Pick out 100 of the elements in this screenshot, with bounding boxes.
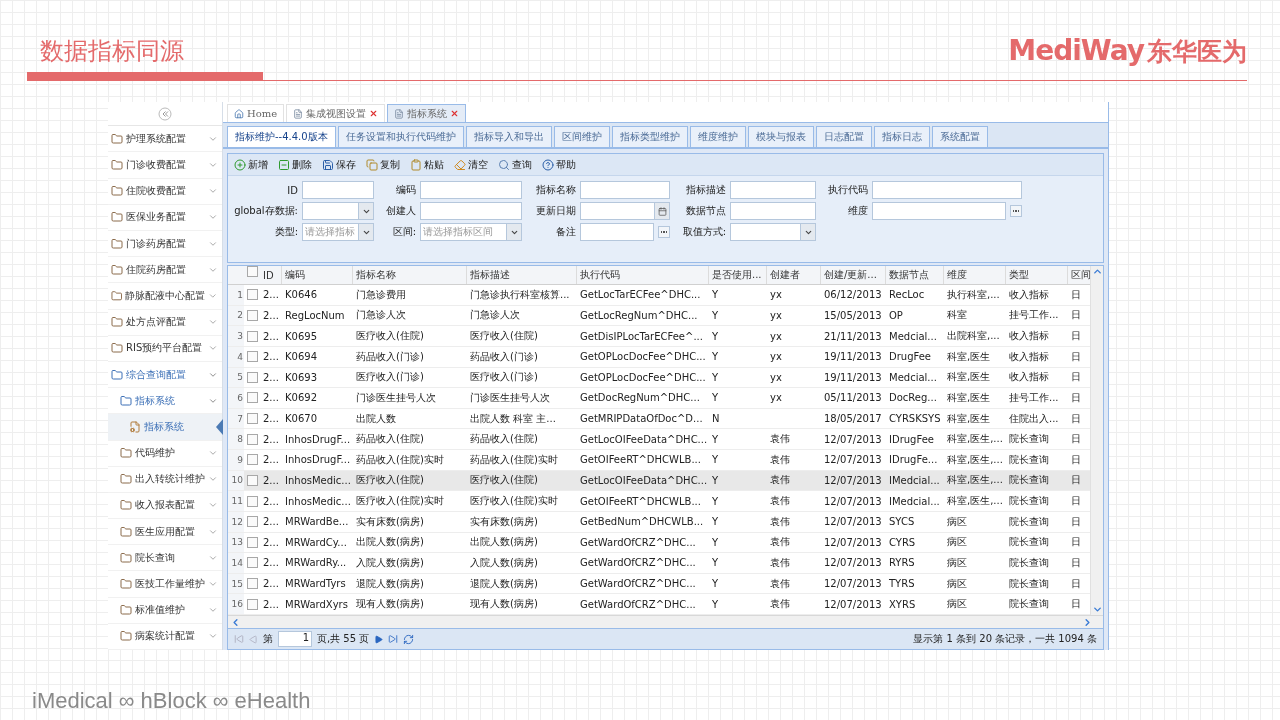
footer-tagline: iMedical ∞ hBlock ∞ eHealth <box>32 688 311 714</box>
row-checkbox[interactable] <box>246 289 258 301</box>
table-row[interactable]: 1 2... K0646 门急诊费用 门急诊执行科室核算... GetLocTarECFee^DHC... Y yx 06/12/2013 RecLoc 执行科室,... 收入指标 日 <box>228 285 1090 306</box>
refresh-icon[interactable] <box>403 633 415 645</box>
toolbar-button[interactable]: 清空 <box>452 157 490 172</box>
module-tab[interactable]: 维度维护 <box>689 126 746 147</box>
row-number: 8 <box>228 429 244 449</box>
row-checkbox[interactable] <box>246 433 258 445</box>
input-field[interactable] <box>420 181 522 199</box>
row-checkbox[interactable] <box>246 330 258 342</box>
column-header[interactable]: 创建/更新... <box>821 266 886 284</box>
sidebar-item[interactable]: 指标系统 <box>108 414 222 441</box>
column-header[interactable]: 执行代码 <box>577 266 709 284</box>
row-checkbox[interactable] <box>246 413 258 425</box>
module-tab[interactable]: 模块与报表 <box>747 126 814 147</box>
table-row[interactable]: 15 2... MRWardTyrs 退院人数(病房) 退院人数(病房) GetWardOfCRZ^DHC... Y 袁伟 12/07/2013 TYRS 病区 院长查询 日 <box>228 573 1090 595</box>
table-row[interactable]: 13 2... MRWardCy... 出院人数(病房) 出院人数(病房) GetWardOfCRZ^DHC... Y 袁伟 12/07/2013 CYRS 病区 院长查询 日 <box>228 532 1090 554</box>
row-checkbox[interactable] <box>246 536 258 548</box>
module-tab[interactable]: 指标导入和导出 <box>465 126 552 147</box>
row-checkbox[interactable] <box>246 516 258 528</box>
row-checkbox[interactable] <box>246 351 258 363</box>
row-checkbox[interactable] <box>246 557 258 569</box>
module-tab[interactable]: 区间维护 <box>553 126 610 147</box>
table-row[interactable]: 11 2... InhosMedic... 医疗收入(住院)实时 医疗收入(住院)实时 GetOIFeeRT^DHCWLB... Y 袁伟 12/07/2013 IMedcial... 科室,医生,... 院长查询 日 <box>228 491 1090 512</box>
input-field[interactable] <box>580 223 654 241</box>
module-tab[interactable]: 任务设置和执行代码维护 <box>337 126 464 147</box>
table-cell-text: Y <box>711 495 720 507</box>
table-row[interactable]: 4 2... K0694 药品收入(门诊) 药品收入(门诊) GetOPLocDocFee^DHC... Y yx 19/11/2013 DrugFee 科室,医生 收入指标 日 <box>228 346 1090 368</box>
row-checkbox[interactable] <box>246 495 258 507</box>
column-header[interactable]: 数据节点 <box>886 266 944 284</box>
table-row[interactable]: 16 2... MRWardXyrs 现有人数(病房) 现有人数(病房) GetWardOfCRZ^DHC... Y 袁伟 12/07/2013 XYRS 病区 院长查询 日 <box>228 594 1090 615</box>
table-row[interactable]: 10 2... InhosMedic... 医疗收入(住院) 医疗收入(住院) GetLocOIFeeData^DHC... Y 袁伟 12/07/2013 IMedcial... 科室,医生,... 院长查询 日 <box>228 470 1090 492</box>
table-cell-text: IDrugFee <box>888 433 935 445</box>
table-row[interactable]: 2 2... RegLocNum 门急诊人次 门急诊人次 GetLocRegNum^DHC... Y yx 15/05/2013 OP 科室 挂号工作... 日 <box>228 305 1090 327</box>
toolbar-button[interactable]: 保存 <box>320 157 358 172</box>
page-tab[interactable]: Home <box>227 104 285 122</box>
toolbar-button[interactable]: 删除 <box>276 157 314 172</box>
input-field[interactable] <box>730 181 816 199</box>
chevron-down-icon[interactable] <box>1091 604 1103 615</box>
chevron-up-icon[interactable] <box>1091 266 1103 277</box>
module-tab[interactable]: 系统配置 <box>931 126 988 147</box>
row-checkbox[interactable] <box>246 578 258 590</box>
next-page-icon[interactable] <box>374 634 384 644</box>
table-row[interactable]: 7 2... K0670 出院人数 出院人数 科室 主... GetMRIPDataOfDoc^D... N 18/05/2017 CYRSKSYS 科室,医生 住院出入... 日 <box>228 408 1090 430</box>
column-header[interactable]: 编码 <box>282 266 353 284</box>
row-checkbox[interactable] <box>246 309 258 321</box>
select-all-checkbox[interactable] <box>246 266 258 277</box>
row-checkbox[interactable] <box>246 371 258 383</box>
column-header[interactable]: ID <box>260 266 282 284</box>
select-field[interactable] <box>730 223 816 241</box>
column-header[interactable]: 创建者 <box>767 266 821 284</box>
row-checkbox[interactable] <box>246 392 258 404</box>
module-tab[interactable]: 日志配置 <box>815 126 872 147</box>
row-checkbox[interactable] <box>246 474 258 486</box>
toolbar-button[interactable]: 查询 <box>496 157 534 172</box>
module-tab[interactable]: 指标维护--4.4.0版本 <box>227 126 336 147</box>
ellipsis-button[interactable] <box>658 226 670 238</box>
folder-icon <box>120 499 132 512</box>
row-checkbox[interactable] <box>246 598 258 610</box>
table-row[interactable]: 12 2... MRWardBe... 实有床数(病房) 实有床数(病房) GetBedNum^DHCWLB... Y 袁伟 12/07/2013 SYCS 病区 院长查询 日 <box>228 511 1090 533</box>
column-header[interactable]: 指标描述 <box>467 266 577 284</box>
page-number-field[interactable]: 1 <box>278 631 312 647</box>
page-tab[interactable]: 指标系统 <box>387 104 467 122</box>
horizontal-scrollbar[interactable] <box>228 615 1103 628</box>
vertical-scrollbar[interactable] <box>1090 266 1103 615</box>
column-header[interactable]: 维度 <box>944 266 1006 284</box>
column-header[interactable]: 指标名称 <box>353 266 467 284</box>
ellipsis-button[interactable] <box>1010 205 1022 217</box>
table-row[interactable]: 5 2... K0693 医疗收入(门诊) 医疗收入(门诊) GetOPLocDocFee^DHC... Y yx 19/11/2013 Medcial... 科室,医生 收入指标 日 <box>228 367 1090 389</box>
input-field[interactable] <box>302 181 374 199</box>
module-tab[interactable]: 指标类型维护 <box>611 126 688 147</box>
row-checkbox[interactable] <box>246 454 258 466</box>
date-field[interactable] <box>580 202 670 220</box>
input-field[interactable] <box>420 202 522 220</box>
first-page-icon[interactable] <box>234 634 244 644</box>
input-field[interactable] <box>872 181 1022 199</box>
page-tab[interactable]: 集成视图设置 <box>286 104 386 122</box>
table-row[interactable]: 6 2... K0692 门诊医生挂号人次 门诊医生挂号人次 GetDocRegNum^DHC... Y yx 05/11/2013 DocReg... 科室,医生 挂号工作... 日 <box>228 388 1090 409</box>
chevron-right-icon[interactable] <box>1082 616 1093 628</box>
table-cell-text: 日 <box>1070 514 1082 529</box>
table-row[interactable]: 3 2... K0695 医疗收入(住院) 医疗收入(住院) GetDisIPLocTarECFee^... Y yx 21/11/2013 Medcial... 出院科室,... 收入指标 日 <box>228 326 1090 347</box>
column-header[interactable]: 是否使用... <box>709 266 767 284</box>
table-row[interactable]: 9 2... InhosDrugF... 药品收入(住院)实时 药品收入(住院)实时 GetOIFeeRT^DHCWLB... Y 袁伟 12/07/2013 IDrugFe... 科室,医生,... 院长查询 日 <box>228 450 1090 471</box>
close-icon[interactable] <box>369 109 379 118</box>
last-page-icon[interactable] <box>388 634 399 644</box>
module-tab[interactable]: 指标日志 <box>873 126 930 147</box>
toolbar-button[interactable]: 帮助 <box>540 157 578 172</box>
collapse-icon[interactable] <box>158 106 172 121</box>
input-field[interactable] <box>580 181 670 199</box>
table-row[interactable]: 8 2... InhosDrugF... 药品收入(住院) 药品收入(住院) GetLocOIFeeData^DHC... Y 袁伟 12/07/2013 IDrugFee 科室,医生,... 院长查询 日 <box>228 429 1090 450</box>
input-field[interactable] <box>872 202 1006 220</box>
table-row[interactable]: 14 2... MRWardRy... 入院人数(病房) 入院人数(病房) GetWardOfCRZ^DHC... Y 袁伟 12/07/2013 RYRS 病区 院长查询 日 <box>228 553 1090 574</box>
toolbar-button[interactable]: 新增 <box>232 157 270 172</box>
previous-page-icon[interactable] <box>249 634 258 644</box>
toolbar-button[interactable]: 复制 <box>364 157 402 172</box>
close-icon[interactable] <box>450 109 460 118</box>
toolbar-button[interactable]: 粘贴 <box>408 157 446 172</box>
column-header[interactable]: 类型 <box>1006 266 1068 284</box>
select-field[interactable] <box>302 202 374 220</box>
input-field[interactable] <box>730 202 816 220</box>
